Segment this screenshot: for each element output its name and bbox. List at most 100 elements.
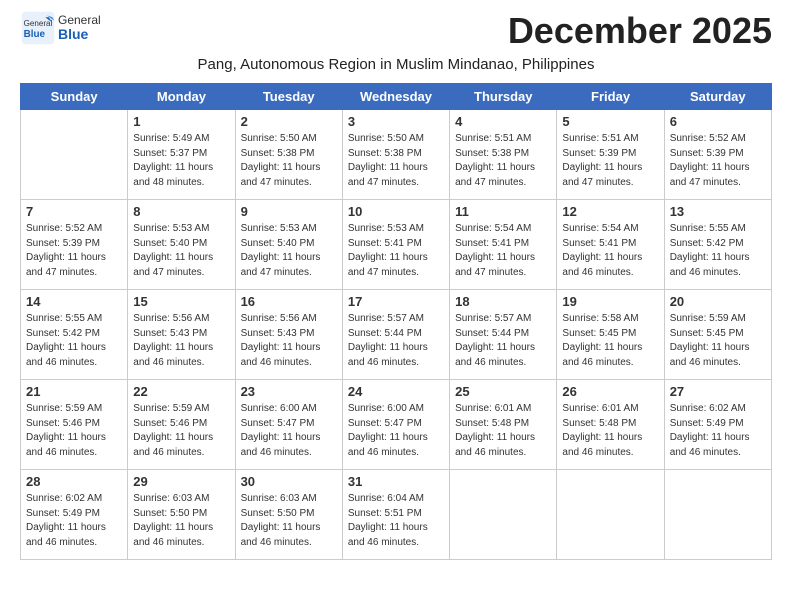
day-number: 19 — [562, 294, 658, 309]
day-number: 26 — [562, 384, 658, 399]
calendar-cell: 7 Sunrise: 5:52 AM Sunset: 5:39 PM Daylig… — [21, 200, 128, 290]
day-number: 1 — [133, 114, 229, 129]
calendar-cell — [664, 470, 771, 560]
day-info: Sunrise: 6:04 AM Sunset: 5:51 PM Dayligh… — [348, 492, 444, 550]
day-number: 10 — [348, 204, 444, 219]
calendar-cell: 23 Sunrise: 6:00 AM Sunset: 5:47 PM Dayli… — [235, 380, 342, 470]
calendar-cell: 18 Sunrise: 5:57 AM Sunset: 5:44 PM Dayli… — [450, 290, 557, 380]
day-info: Sunrise: 5:58 AM Sunset: 5:45 PM Dayligh… — [562, 312, 658, 370]
day-number: 2 — [241, 114, 337, 129]
day-number: 18 — [455, 294, 551, 309]
calendar-cell — [450, 470, 557, 560]
day-info: Sunrise: 5:54 AM Sunset: 5:41 PM Dayligh… — [455, 222, 551, 280]
header-wednesday: Wednesday — [342, 84, 449, 110]
day-info: Sunrise: 5:51 AM Sunset: 5:38 PM Dayligh… — [455, 132, 551, 190]
calendar-cell: 13 Sunrise: 5:55 AM Sunset: 5:42 PM Dayli… — [664, 200, 771, 290]
day-number: 12 — [562, 204, 658, 219]
calendar-cell: 29 Sunrise: 6:03 AM Sunset: 5:50 PM Dayli… — [128, 470, 235, 560]
calendar-cell: 21 Sunrise: 5:59 AM Sunset: 5:46 PM Dayli… — [21, 380, 128, 470]
logo: General Blue General Blue — [20, 10, 101, 46]
header-saturday: Saturday — [664, 84, 771, 110]
calendar-cell: 25Sunrise: 6:01 AM Sunset: 5:48 PM Dayli… — [450, 380, 557, 470]
day-info: Sunrise: 6:03 AM Sunset: 5:50 PM Dayligh… — [241, 492, 337, 550]
day-number: 23 — [241, 384, 337, 399]
day-info: Sunrise: 5:53 AM Sunset: 5:41 PM Dayligh… — [348, 222, 444, 280]
calendar-cell: 28 Sunrise: 6:02 AM Sunset: 5:49 PM Dayli… — [21, 470, 128, 560]
day-info: Sunrise: 6:02 AM Sunset: 5:49 PM Dayligh… — [26, 492, 122, 550]
calendar-table: Sunday Monday Tuesday Wednesday Thursday… — [20, 83, 772, 560]
calendar-cell — [21, 110, 128, 200]
day-number: 28 — [26, 474, 122, 489]
day-number: 5 — [562, 114, 658, 129]
calendar-cell: 17 Sunrise: 5:57 AM Sunset: 5:44 PM Dayli… — [342, 290, 449, 380]
day-number: 8 — [133, 204, 229, 219]
header-sunday: Sunday — [21, 84, 128, 110]
calendar-cell: 26 Sunrise: 6:01 AM Sunset: 5:48 PM Dayli… — [557, 380, 664, 470]
day-number: 9 — [241, 204, 337, 219]
day-info: Sunrise: 6:02 AM Sunset: 5:49 PM Dayligh… — [670, 402, 766, 460]
calendar-cell — [557, 470, 664, 560]
day-number: 22 — [133, 384, 229, 399]
calendar-cell: 16Sunrise: 5:56 AM Sunset: 5:43 PM Dayli… — [235, 290, 342, 380]
header-monday: Monday — [128, 84, 235, 110]
day-info: Sunrise: 5:50 AM Sunset: 5:38 PM Dayligh… — [241, 132, 337, 190]
day-info: Sunrise: 5:56 AM Sunset: 5:43 PM Dayligh… — [133, 312, 229, 370]
calendar-cell: 1 Sunrise: 5:49 AM Sunset: 5:37 PM Daylig… — [128, 110, 235, 200]
day-info: Sunrise: 5:59 AM Sunset: 5:45 PM Dayligh… — [670, 312, 766, 370]
day-number: 17 — [348, 294, 444, 309]
calendar-cell: 15 Sunrise: 5:56 AM Sunset: 5:43 PM Dayli… — [128, 290, 235, 380]
calendar-cell: 6 Sunrise: 5:52 AM Sunset: 5:39 PM Daylig… — [664, 110, 771, 200]
day-info: Sunrise: 5:53 AM Sunset: 5:40 PM Dayligh… — [133, 222, 229, 280]
day-number: 31 — [348, 474, 444, 489]
day-number: 7 — [26, 204, 122, 219]
calendar-week-1: 1 Sunrise: 5:49 AM Sunset: 5:37 PM Daylig… — [21, 110, 772, 200]
day-number: 6 — [670, 114, 766, 129]
day-number: 29 — [133, 474, 229, 489]
calendar-cell: 4Sunrise: 5:51 AM Sunset: 5:38 PM Daylig… — [450, 110, 557, 200]
day-info: Sunrise: 5:56 AM Sunset: 5:43 PM Dayligh… — [241, 312, 337, 370]
day-info: Sunrise: 5:55 AM Sunset: 5:42 PM Dayligh… — [26, 312, 122, 370]
day-info: Sunrise: 5:51 AM Sunset: 5:39 PM Dayligh… — [562, 132, 658, 190]
day-info: Sunrise: 5:49 AM Sunset: 5:37 PM Dayligh… — [133, 132, 229, 190]
header-tuesday: Tuesday — [235, 84, 342, 110]
svg-text:General: General — [24, 19, 53, 28]
calendar-cell: 14 Sunrise: 5:55 AM Sunset: 5:42 PM Dayli… — [21, 290, 128, 380]
day-number: 21 — [26, 384, 122, 399]
day-info: Sunrise: 5:54 AM Sunset: 5:41 PM Dayligh… — [562, 222, 658, 280]
day-number: 14 — [26, 294, 122, 309]
day-number: 30 — [241, 474, 337, 489]
calendar-cell: 9Sunrise: 5:53 AM Sunset: 5:40 PM Daylig… — [235, 200, 342, 290]
calendar-cell: 24Sunrise: 6:00 AM Sunset: 5:47 PM Dayli… — [342, 380, 449, 470]
calendar-week-4: 21 Sunrise: 5:59 AM Sunset: 5:46 PM Dayli… — [21, 380, 772, 470]
calendar-cell: 5 Sunrise: 5:51 AM Sunset: 5:39 PM Daylig… — [557, 110, 664, 200]
month-title: December 2025 — [508, 10, 772, 52]
calendar-cell: 20Sunrise: 5:59 AM Sunset: 5:45 PM Dayli… — [664, 290, 771, 380]
day-info: Sunrise: 5:55 AM Sunset: 5:42 PM Dayligh… — [670, 222, 766, 280]
day-info: Sunrise: 5:59 AM Sunset: 5:46 PM Dayligh… — [133, 402, 229, 460]
day-number: 15 — [133, 294, 229, 309]
day-number: 27 — [670, 384, 766, 399]
day-info: Sunrise: 5:50 AM Sunset: 5:38 PM Dayligh… — [348, 132, 444, 190]
logo-icon: General Blue — [20, 10, 56, 46]
day-info: Sunrise: 5:52 AM Sunset: 5:39 PM Dayligh… — [670, 132, 766, 190]
svg-text:Blue: Blue — [24, 29, 46, 40]
calendar-cell: 30 Sunrise: 6:03 AM Sunset: 5:50 PM Dayli… — [235, 470, 342, 560]
calendar-cell: 8 Sunrise: 5:53 AM Sunset: 5:40 PM Daylig… — [128, 200, 235, 290]
calendar-body: 1 Sunrise: 5:49 AM Sunset: 5:37 PM Daylig… — [21, 110, 772, 560]
calendar-cell: 11Sunrise: 5:54 AM Sunset: 5:41 PM Dayli… — [450, 200, 557, 290]
calendar-cell: 3Sunrise: 5:50 AM Sunset: 5:38 PM Daylig… — [342, 110, 449, 200]
day-info: Sunrise: 5:57 AM Sunset: 5:44 PM Dayligh… — [455, 312, 551, 370]
day-info: Sunrise: 6:03 AM Sunset: 5:50 PM Dayligh… — [133, 492, 229, 550]
day-info: Sunrise: 6:00 AM Sunset: 5:47 PM Dayligh… — [241, 402, 337, 460]
day-number: 13 — [670, 204, 766, 219]
calendar-cell: 10 Sunrise: 5:53 AM Sunset: 5:41 PM Dayli… — [342, 200, 449, 290]
calendar-week-5: 28 Sunrise: 6:02 AM Sunset: 5:49 PM Dayli… — [21, 470, 772, 560]
day-number: 24 — [348, 384, 444, 399]
day-info: Sunrise: 6:01 AM Sunset: 5:48 PM Dayligh… — [562, 402, 658, 460]
calendar-cell: 27 Sunrise: 6:02 AM Sunset: 5:49 PM Dayli… — [664, 380, 771, 470]
day-info: Sunrise: 5:57 AM Sunset: 5:44 PM Dayligh… — [348, 312, 444, 370]
day-info: Sunrise: 6:01 AM Sunset: 5:48 PM Dayligh… — [455, 402, 551, 460]
day-info: Sunrise: 5:59 AM Sunset: 5:46 PM Dayligh… — [26, 402, 122, 460]
header-friday: Friday — [557, 84, 664, 110]
day-info: Sunrise: 5:52 AM Sunset: 5:39 PM Dayligh… — [26, 222, 122, 280]
